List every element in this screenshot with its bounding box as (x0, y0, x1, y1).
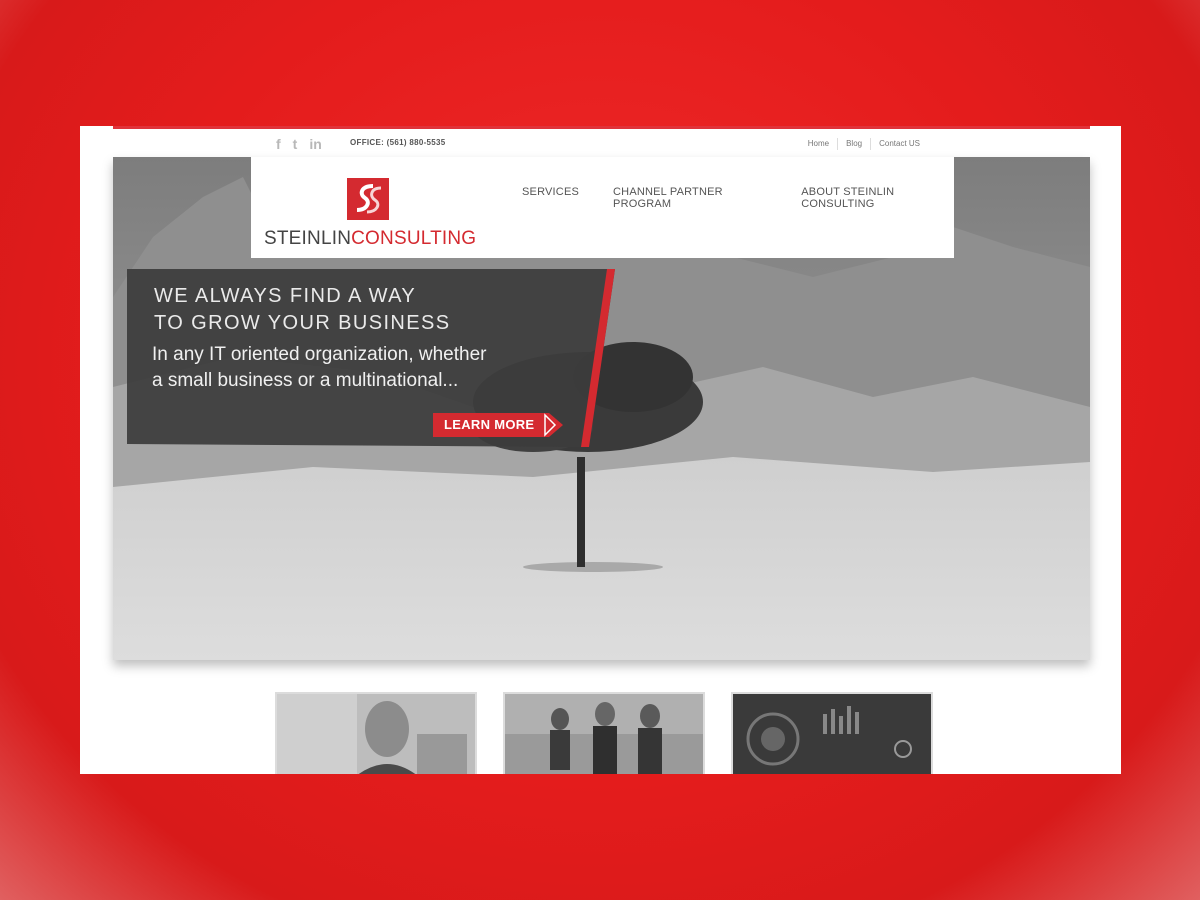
office-phone: OFFICE: (561) 880-5535 (350, 138, 446, 147)
contact-link[interactable]: Contact US (870, 138, 928, 150)
learn-more-label: LEARN MORE (444, 417, 535, 432)
hero-subline: In any IT oriented organization, whether… (152, 344, 487, 391)
blog-link[interactable]: Blog (837, 138, 870, 150)
social-links: f t in (276, 136, 322, 152)
main-nav: SERVICES CHANNEL PARTNER PROGRAM ABOUT S… (522, 186, 954, 210)
facebook-icon[interactable]: f (276, 136, 281, 152)
brand-name-part1: STEINLIN (264, 228, 352, 249)
home-link[interactable]: Home (800, 138, 837, 150)
site-header: STEINLINCONSULTING SERVICES CHANNEL PART… (251, 157, 954, 258)
hero-banner: WE ALWAYS FIND A WAY TO GROW YOUR BUSINE… (127, 269, 642, 449)
website-screenshot: f t in OFFICE: (561) 880-5535 Home Blog … (80, 126, 1121, 774)
brand-name-part2: CONSULTING (351, 228, 477, 249)
brand-wordmark[interactable]: STEINLINCONSULTING (264, 228, 476, 250)
thumb-businessman[interactable] (275, 692, 477, 774)
thumb-technology[interactable] (731, 692, 933, 774)
utility-links: Home Blog Contact US (800, 138, 928, 150)
nav-services[interactable]: SERVICES (522, 186, 579, 210)
twitter-icon[interactable]: t (293, 136, 298, 152)
brand-logo-icon[interactable] (347, 178, 389, 220)
nav-about[interactable]: ABOUT STEINLIN CONSULTING (801, 186, 954, 210)
learn-more-button[interactable]: LEARN MORE (433, 413, 563, 437)
thumb-triathletes[interactable] (503, 692, 705, 774)
linkedin-icon[interactable]: in (309, 136, 321, 152)
hero-headline: WE ALWAYS FIND A WAY TO GROW YOUR BUSINE… (154, 285, 451, 334)
nav-channel-partner[interactable]: CHANNEL PARTNER PROGRAM (613, 186, 767, 210)
top-accent-rule (113, 126, 1090, 129)
